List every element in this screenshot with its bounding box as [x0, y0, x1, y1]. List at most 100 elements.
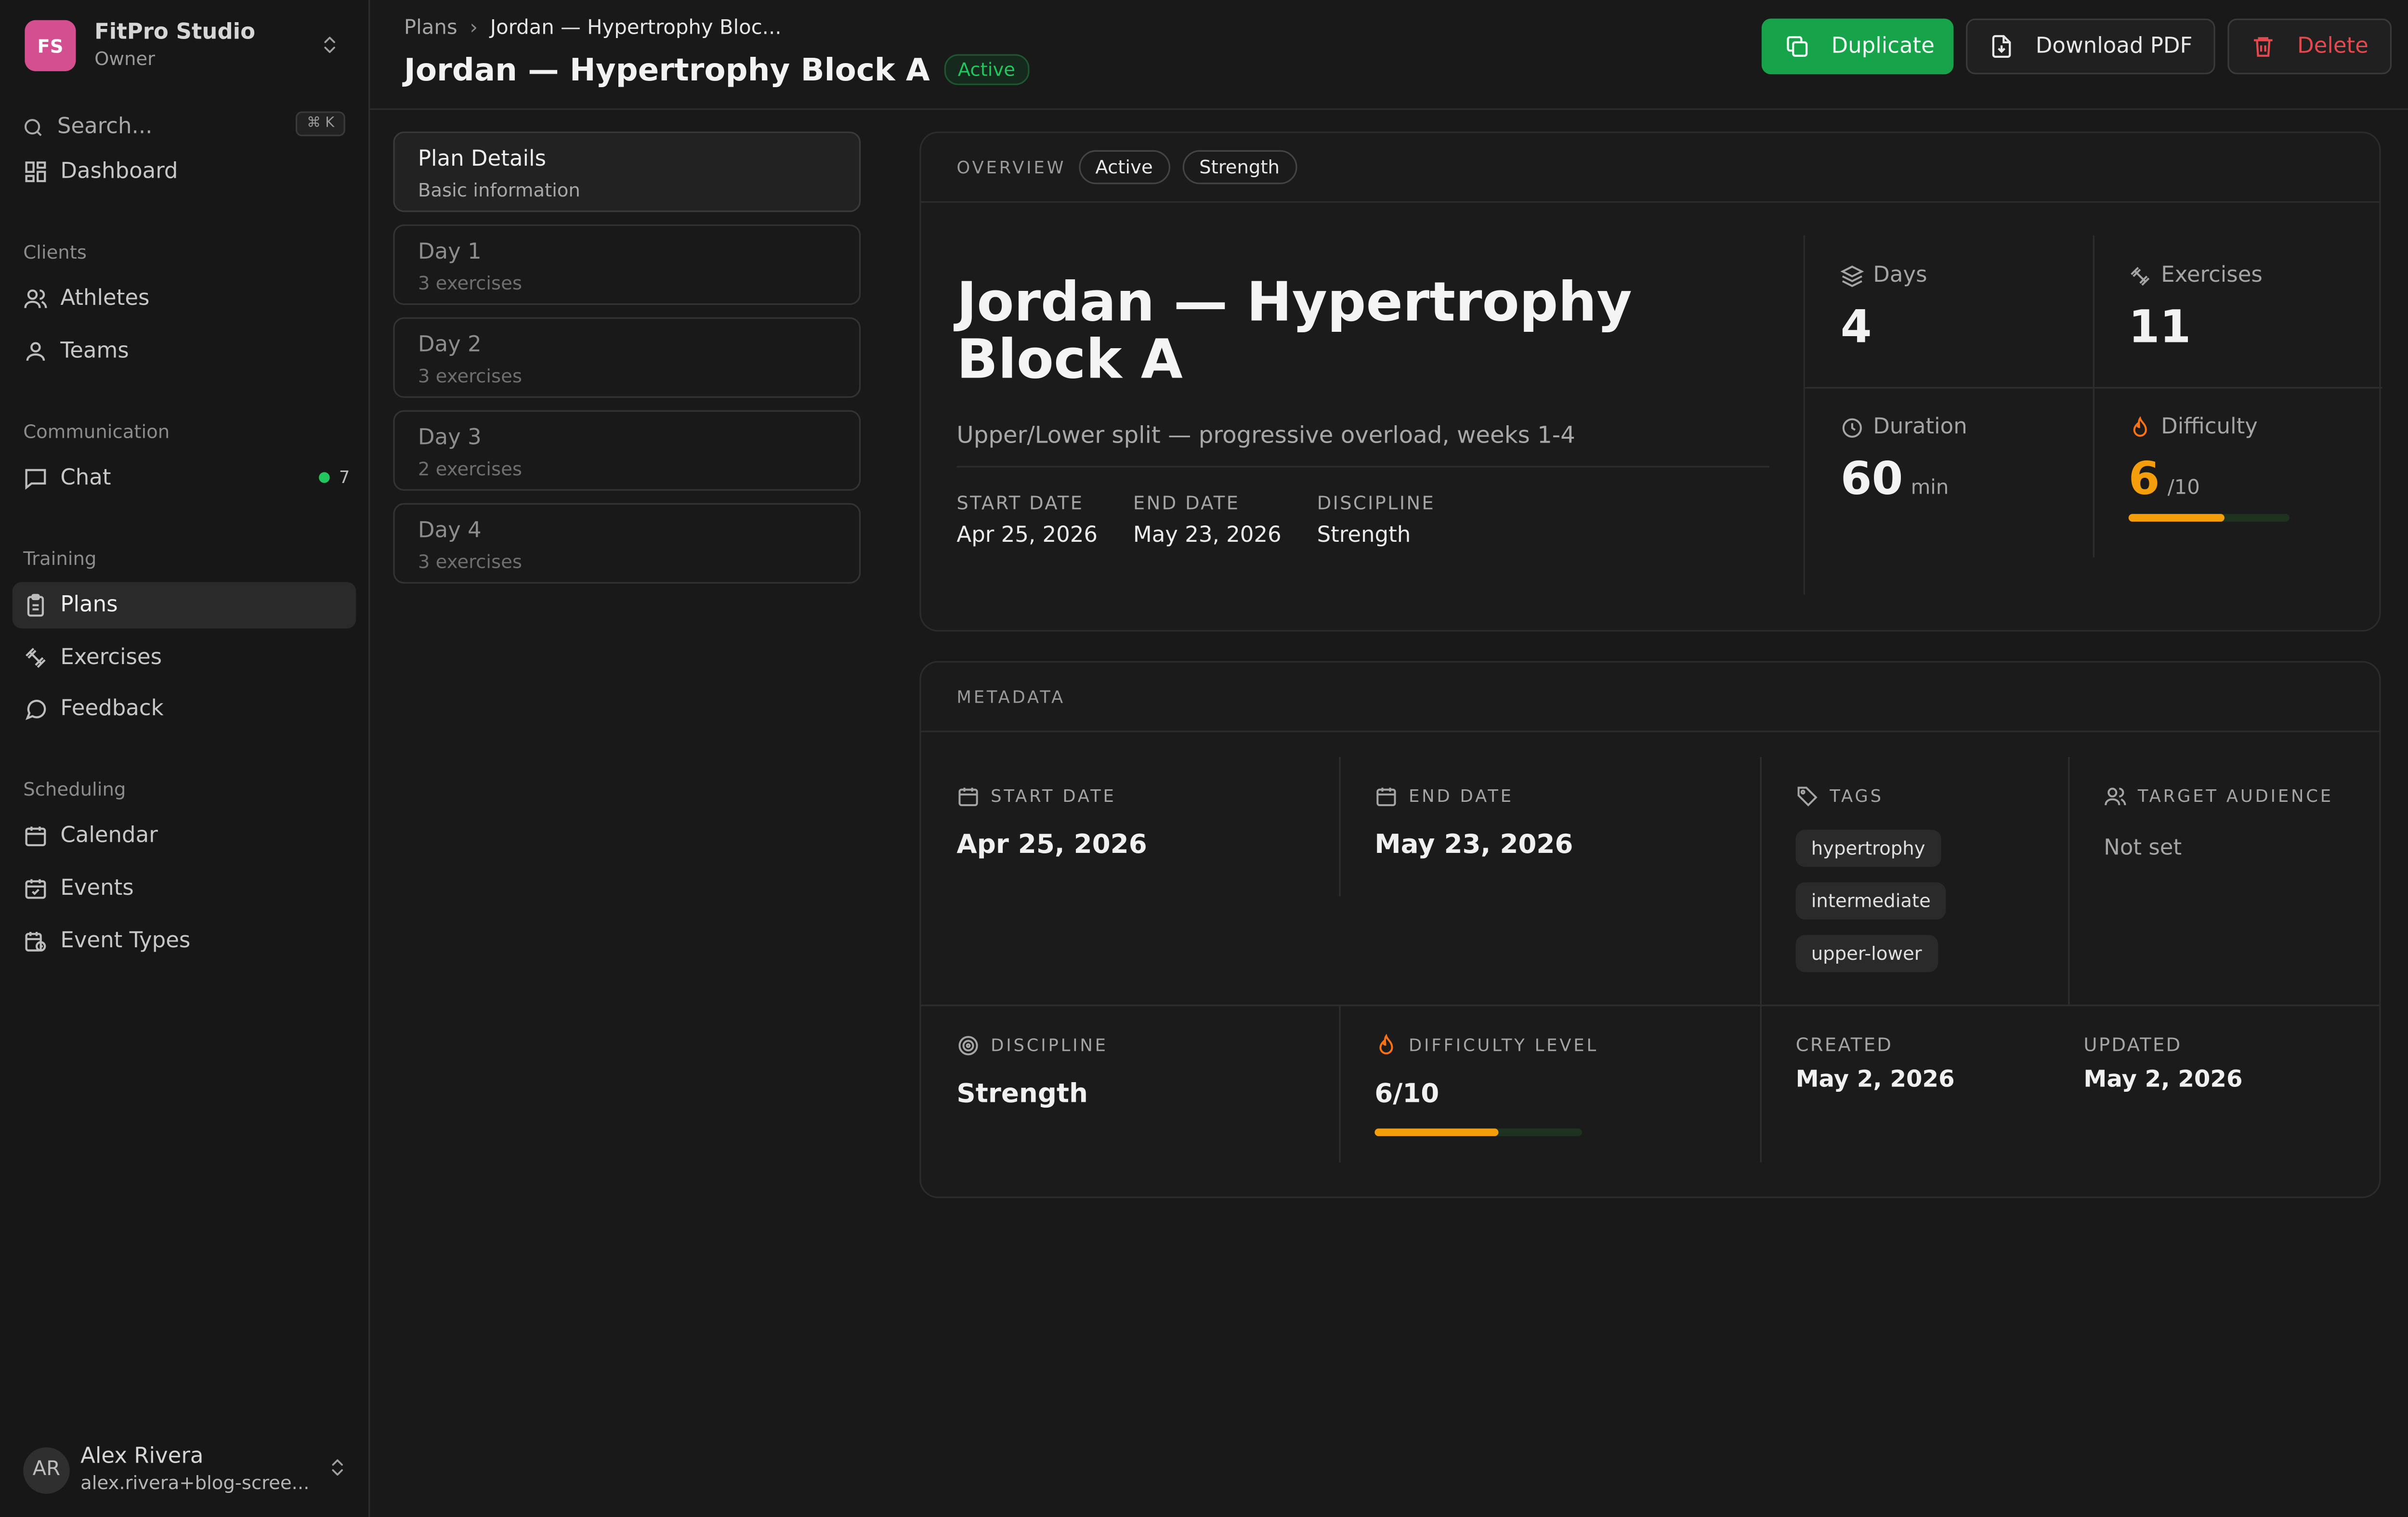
user-group-icon	[23, 339, 48, 364]
unread-badge: 7	[319, 468, 350, 487]
sidebar-item-exercises[interactable]: Exercises	[13, 635, 356, 681]
cell-label: End Date	[1409, 786, 1514, 807]
page-title: Jordan — Hypertrophy Block A Active	[404, 51, 1029, 88]
avatar: AR	[23, 1446, 70, 1493]
cell-label: Discipline	[991, 1035, 1108, 1056]
sidebar-item-label: Dashboard	[60, 159, 178, 184]
layers-icon	[1840, 264, 1864, 287]
stat-value: 6	[2128, 452, 2160, 505]
overview-card: Overview Active Strength Jordan — Hypert…	[919, 131, 2382, 632]
delete-label: Delete	[2297, 34, 2369, 59]
cell-label: Updated	[2083, 1034, 2182, 1056]
sidebar-item-feedback[interactable]: Feedback	[13, 686, 356, 732]
sidebar-item-athletes[interactable]: Athletes	[13, 275, 356, 322]
stat-duration: Duration 60 min	[1805, 387, 2093, 539]
trash-icon	[2251, 34, 2276, 59]
section-scheduling: Scheduling	[23, 778, 126, 800]
dumbbell-icon	[2129, 264, 2152, 287]
duplicate-button[interactable]: Duplicate	[1761, 18, 1954, 75]
divider	[921, 1005, 2380, 1007]
file-download-icon	[1989, 34, 2014, 59]
tab-day-3[interactable]: Day 3 2 exercises	[393, 410, 861, 491]
sidebar-item-label: Plans	[60, 593, 118, 618]
sidebar-item-dashboard[interactable]: Dashboard	[13, 149, 356, 195]
difficulty-bar-fill	[1374, 1128, 1499, 1137]
message-circle-icon	[23, 696, 48, 721]
clipboard-icon	[23, 593, 48, 617]
workspace-switcher[interactable]: FS FitPro Studio Owner	[25, 20, 255, 71]
tab-day-2[interactable]: Day 2 3 exercises	[393, 317, 861, 398]
discipline-chip: Strength	[1182, 150, 1297, 184]
stats-grid: Days 4 Exercises 11 Duration 60 min Diffi…	[1803, 235, 2382, 595]
user-menu[interactable]: AR Alex Rivera alex.rivera+blog-scree...	[23, 1444, 351, 1495]
metadata-header: Metadata	[921, 663, 2380, 732]
sidebar-item-calendar[interactable]: Calendar	[13, 813, 356, 859]
cell-label: Difficulty Level	[1409, 1035, 1599, 1056]
metadata-card: Metadata Start Date Apr 25, 2026 End Dat…	[919, 661, 2381, 1198]
sidebar-item-chat[interactable]: Chat 7	[13, 455, 356, 501]
section-clients: Clients	[23, 241, 87, 263]
sidebar-item-label: Events	[60, 876, 134, 901]
stat-unit: /10	[2167, 476, 2200, 500]
tab-subtitle: 2 exercises	[418, 458, 522, 480]
calendar-icon	[1374, 785, 1398, 808]
cell-label: Target Audience	[2137, 786, 2333, 807]
meta-discipline: Discipline Strength	[921, 1034, 1339, 1110]
tab-day-1[interactable]: Day 1 3 exercises	[393, 224, 861, 305]
dumbbell-icon	[23, 645, 48, 670]
sidebar-item-events[interactable]: Events	[13, 865, 356, 912]
sidebar-item-label: Athletes	[60, 286, 150, 312]
overview-header: Overview Active Strength	[921, 133, 2380, 203]
download-label: Download PDF	[2035, 34, 2193, 59]
chevrons-up-down-icon[interactable]	[319, 34, 340, 56]
cell-value: 6/10	[1374, 1079, 1440, 1110]
breadcrumb-plans[interactable]: Plans	[404, 17, 458, 40]
duplicate-label: Duplicate	[1831, 34, 1935, 59]
tag-icon	[1796, 785, 1819, 808]
stat-value: 60	[1840, 452, 1903, 505]
sidebar-item-label: Exercises	[60, 645, 162, 670]
delete-button[interactable]: Delete	[2227, 18, 2392, 75]
tab-subtitle: 3 exercises	[418, 365, 522, 387]
tab-title: Day 1	[418, 240, 482, 265]
search-button[interactable]: Search... ⌘ K	[22, 108, 347, 145]
user-name: Alex Rivera	[80, 1444, 204, 1469]
tab-subtitle: 3 exercises	[418, 272, 522, 294]
workspace-name: FitPro Studio	[94, 20, 256, 45]
stat-unit: min	[1911, 476, 1949, 500]
app: FS FitPro Studio Owner Search... ⌘ K Das…	[0, 0, 2408, 1517]
chevron-right-icon: ›	[470, 17, 478, 40]
tab-title: Day 3	[418, 425, 482, 451]
sidebar-item-label: Calendar	[60, 824, 158, 849]
tab-title: Day 4	[418, 518, 482, 544]
sidebar-item-event-types[interactable]: Event Types	[13, 918, 356, 964]
meta-created: Created May 2, 2026	[1760, 1034, 2048, 1093]
cell-value: Strength	[956, 1079, 1088, 1110]
sidebar-item-plans[interactable]: Plans	[12, 582, 356, 628]
flame-icon	[2129, 416, 2152, 439]
tab-title: Plan Details	[418, 147, 546, 172]
cell-value: Apr 25, 2026	[956, 829, 1147, 861]
tab-plan-details[interactable]: Plan Details Basic information	[393, 131, 861, 212]
cell-value: May 2, 2026	[1795, 1065, 1955, 1093]
calendar-check-icon	[23, 876, 48, 901]
tag-pill: upper-lower	[1795, 935, 1937, 972]
download-pdf-button[interactable]: Download PDF	[1966, 18, 2215, 75]
search-icon	[22, 115, 45, 138]
target-icon	[956, 1034, 980, 1057]
sidebar-item-label: Chat	[60, 466, 111, 491]
plan-title: Jordan — Hypertrophy Block A	[956, 272, 1632, 392]
discipline-label: Discipline	[1317, 492, 1435, 514]
stat-label: Days	[1873, 263, 1927, 288]
calendar-icon	[956, 785, 980, 808]
users-icon	[23, 287, 48, 311]
discipline-value: Strength	[1317, 523, 1411, 548]
end-date-value: May 23, 2026	[1133, 523, 1282, 548]
end-date-label: End Date	[1133, 492, 1240, 514]
workspace-logo: FS	[25, 20, 76, 71]
stat-value: 4	[1840, 300, 1872, 353]
meta-difficulty-level: Difficulty Level 6/10	[1339, 1034, 1760, 1137]
tab-day-4[interactable]: Day 4 3 exercises	[393, 503, 861, 584]
sidebar-item-label: Feedback	[60, 696, 164, 721]
sidebar-item-teams[interactable]: Teams	[13, 328, 356, 374]
